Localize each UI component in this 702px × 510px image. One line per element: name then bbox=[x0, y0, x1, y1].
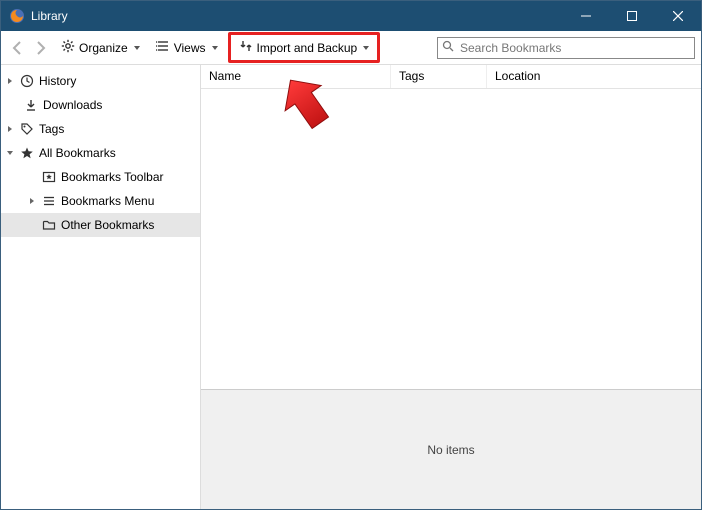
maximize-button[interactable] bbox=[609, 1, 655, 31]
sidebar-item-bookmarks-toolbar[interactable]: Bookmarks Toolbar bbox=[1, 165, 200, 189]
tree-label: Tags bbox=[39, 122, 64, 136]
sidebar-item-tags[interactable]: Tags bbox=[1, 117, 200, 141]
chevron-right-icon[interactable] bbox=[27, 197, 37, 205]
folder-icon bbox=[41, 217, 57, 233]
tree-label: Downloads bbox=[43, 98, 102, 112]
import-backup-button[interactable]: Import and Backup bbox=[235, 37, 374, 58]
views-label: Views bbox=[174, 41, 206, 55]
chevron-right-icon[interactable] bbox=[5, 77, 15, 85]
window-controls bbox=[563, 1, 701, 31]
tag-icon bbox=[19, 121, 35, 137]
sidebar-item-all-bookmarks[interactable]: All Bookmarks bbox=[1, 141, 200, 165]
firefox-icon bbox=[9, 8, 25, 24]
organize-label: Organize bbox=[79, 41, 128, 55]
clock-icon bbox=[19, 73, 35, 89]
sidebar-item-other-bookmarks[interactable]: Other Bookmarks bbox=[1, 213, 200, 237]
tree-label: Bookmarks Menu bbox=[61, 194, 154, 208]
column-headers: Name Tags Location bbox=[201, 65, 701, 89]
chevron-down-icon bbox=[212, 46, 218, 50]
chevron-down-icon[interactable] bbox=[5, 149, 15, 157]
sidebar: History Downloads Tags All Bookmarks Boo… bbox=[1, 65, 201, 509]
search-input[interactable] bbox=[458, 40, 690, 56]
toolbar: Organize Views Import and Backup bbox=[1, 31, 701, 65]
column-header-tags[interactable]: Tags bbox=[391, 65, 487, 88]
bookmarks-toolbar-icon bbox=[41, 169, 57, 185]
library-window: Library Organize bbox=[0, 0, 702, 510]
body: History Downloads Tags All Bookmarks Boo… bbox=[1, 65, 701, 509]
download-icon bbox=[23, 97, 39, 113]
forward-button[interactable] bbox=[31, 38, 51, 58]
import-export-icon bbox=[239, 39, 253, 56]
no-items-label: No items bbox=[427, 443, 474, 457]
sidebar-item-downloads[interactable]: Downloads bbox=[1, 93, 200, 117]
tree-label: Bookmarks Toolbar bbox=[61, 170, 164, 184]
chevron-right-icon[interactable] bbox=[5, 125, 15, 133]
chevron-down-icon bbox=[134, 46, 140, 50]
search-icon bbox=[442, 40, 454, 55]
sidebar-item-bookmarks-menu[interactable]: Bookmarks Menu bbox=[1, 189, 200, 213]
bookmark-list[interactable] bbox=[201, 89, 701, 389]
back-button[interactable] bbox=[7, 38, 27, 58]
organize-button[interactable]: Organize bbox=[55, 36, 146, 59]
minimize-button[interactable] bbox=[563, 1, 609, 31]
search-box[interactable] bbox=[437, 37, 695, 59]
chevron-down-icon bbox=[363, 46, 369, 50]
annotation-highlight: Import and Backup bbox=[228, 32, 381, 63]
views-button[interactable]: Views bbox=[150, 36, 224, 59]
bookmarks-menu-icon bbox=[41, 193, 57, 209]
titlebar: Library bbox=[1, 1, 701, 31]
column-header-name[interactable]: Name bbox=[201, 65, 391, 88]
column-header-location[interactable]: Location bbox=[487, 65, 701, 88]
tree-label: Other Bookmarks bbox=[61, 218, 154, 232]
list-icon bbox=[156, 39, 170, 56]
details-pane: No items bbox=[201, 389, 701, 509]
close-button[interactable] bbox=[655, 1, 701, 31]
sidebar-item-history[interactable]: History bbox=[1, 69, 200, 93]
gear-icon bbox=[61, 39, 75, 56]
content-area: Name Tags Location No items bbox=[201, 65, 701, 509]
star-icon bbox=[19, 145, 35, 161]
tree-label: History bbox=[39, 74, 76, 88]
window-title: Library bbox=[31, 9, 68, 23]
tree-label: All Bookmarks bbox=[39, 146, 116, 160]
import-backup-label: Import and Backup bbox=[257, 41, 358, 55]
